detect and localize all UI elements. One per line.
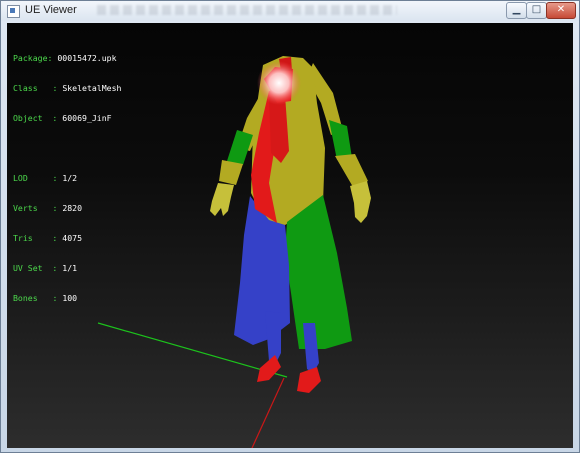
info-label: Bones	[13, 293, 38, 303]
info-value: 1/1	[62, 263, 78, 273]
info-label: LOD	[13, 173, 28, 183]
right-cuff-green	[329, 120, 352, 160]
mesh-info-panel: Package: 00015472.upk Class : SkeletalMe…	[13, 33, 121, 323]
info-label: UV Set	[13, 263, 43, 273]
specular-highlight	[257, 61, 301, 105]
info-label: Class	[13, 83, 38, 93]
info-label: Object	[13, 113, 43, 123]
info-value: 2820	[62, 203, 83, 213]
info-value: 100	[62, 293, 78, 303]
app-icon	[7, 5, 20, 18]
info-row-class: Class : SkeletalMesh	[13, 83, 122, 93]
app-window: UE Viewer ▁ □ ✕ Package: 00015472.upk Cl…	[0, 0, 580, 453]
info-row-lod: LOD : 1/2	[13, 173, 78, 183]
info-label: Package	[13, 53, 48, 63]
right-hand	[350, 181, 371, 223]
axis-z-line	[251, 377, 285, 448]
coat-skirt-green	[285, 195, 352, 349]
info-value: 00015472.upk	[57, 53, 117, 63]
info-row-bones: Bones : 100	[13, 293, 78, 303]
minimize-button[interactable]: ▁	[506, 2, 527, 19]
info-value: SkeletalMesh	[62, 83, 122, 93]
info-row-verts: Verts : 2820	[13, 203, 83, 213]
background-titlebar-glare	[97, 5, 397, 15]
info-row-tris: Tris : 4075	[13, 233, 83, 243]
info-value: 1/2	[62, 173, 78, 183]
info-row-uvset: UV Set : 1/1	[13, 263, 78, 273]
info-value: 60069_JinF	[62, 113, 112, 123]
window-title: UE Viewer	[25, 4, 77, 16]
info-label: Tris	[13, 233, 33, 243]
3d-viewport[interactable]: Package: 00015472.upk Class : SkeletalMe…	[7, 23, 573, 448]
left-hand	[210, 183, 234, 216]
info-row-package: Package: 00015472.upk	[13, 53, 117, 63]
info-label: Verts	[13, 203, 38, 213]
left-cuff-yellow	[219, 160, 243, 185]
info-value: 4075	[62, 233, 83, 243]
maximize-button[interactable]: □	[526, 2, 547, 19]
info-row-object: Object : 60069_JinF	[13, 113, 112, 123]
right-shoe	[297, 367, 321, 393]
title-bar[interactable]: UE Viewer ▁ □ ✕	[1, 1, 579, 21]
close-button[interactable]: ✕	[546, 2, 576, 19]
right-cuff-yellow	[335, 154, 368, 187]
